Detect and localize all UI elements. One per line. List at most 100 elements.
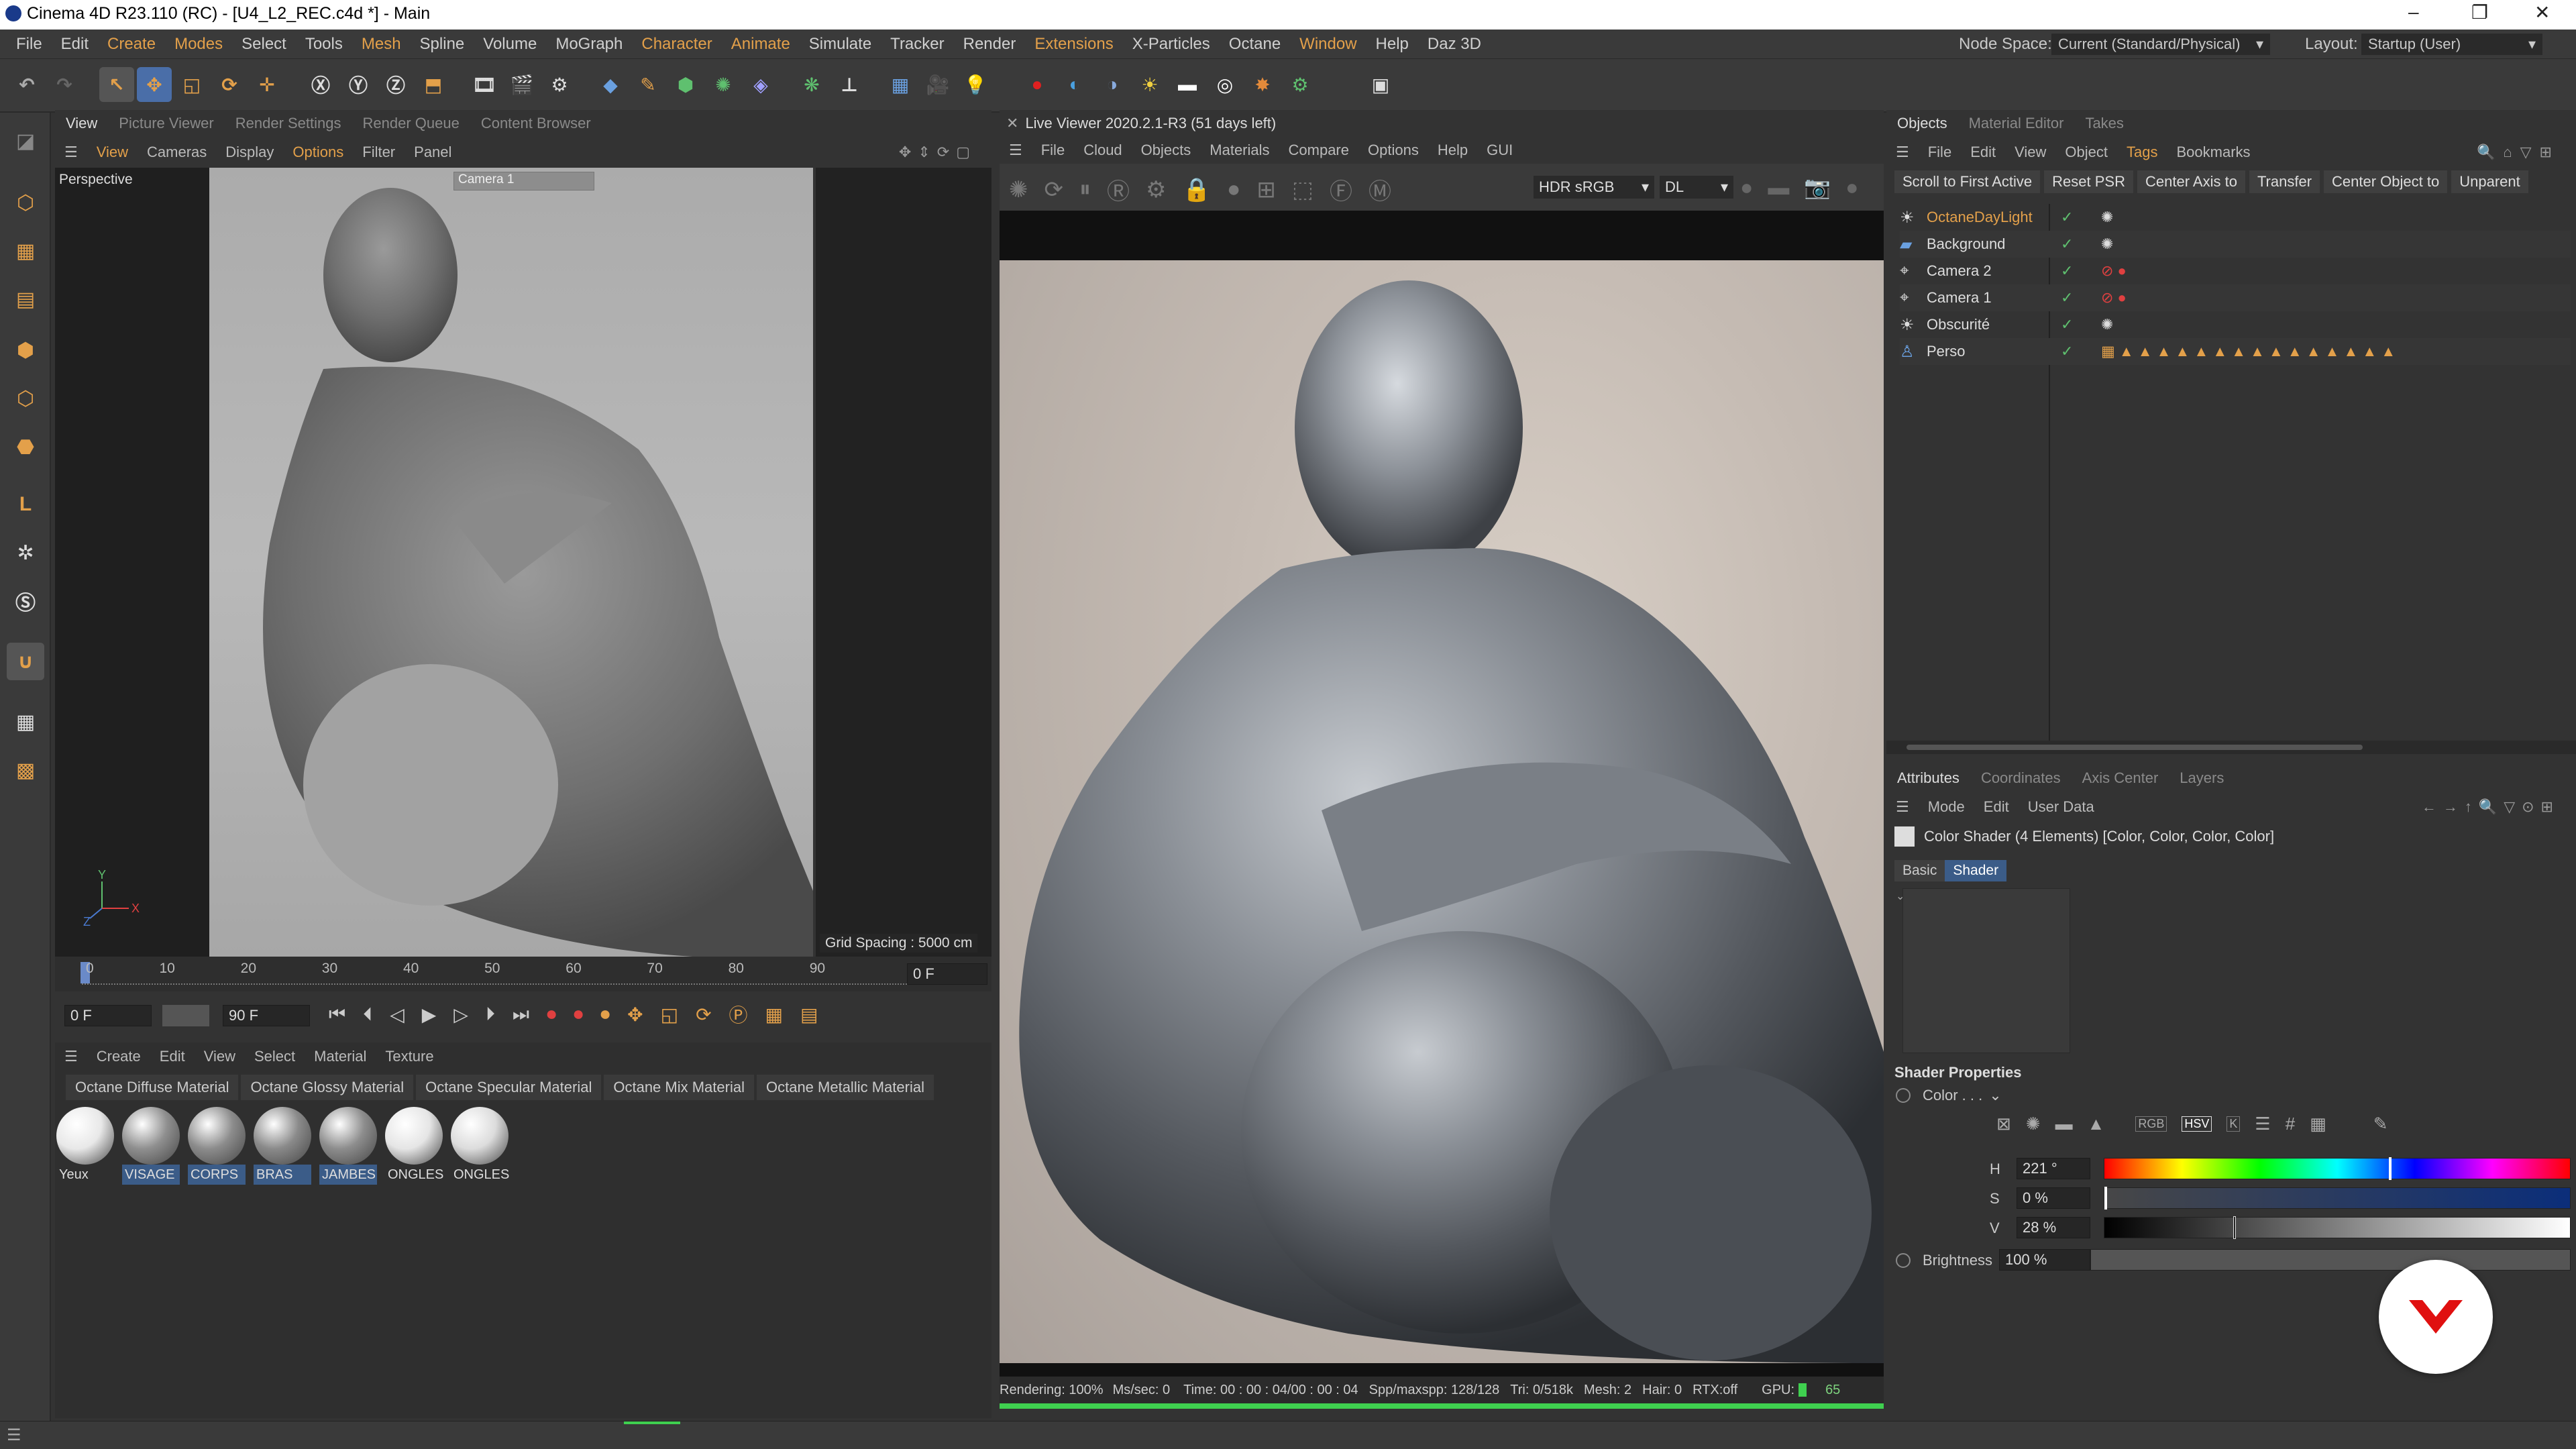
swatches-icon[interactable]: ▦	[2310, 1114, 2326, 1134]
y-axis-icon[interactable]: Ⓨ	[341, 67, 376, 102]
material-ball-icon[interactable]: ●	[1227, 176, 1241, 203]
key-rotation-icon[interactable]: ⟳	[696, 1004, 711, 1026]
color-picker-mode-icon[interactable]: ⊠	[1996, 1114, 2011, 1134]
attr-nav-icons[interactable]: ←→↑🔍▽⊙⊞	[2412, 798, 2569, 816]
viewport-menu-cameras[interactable]: Cameras	[138, 144, 216, 161]
octane-scatter-icon[interactable]: ✸	[1245, 67, 1280, 102]
menu-simulate[interactable]: Simulate	[800, 30, 881, 59]
frame-range-slider[interactable]	[162, 1005, 209, 1026]
pen-icon[interactable]: ✎	[631, 67, 665, 102]
octane-diffuse-tab[interactable]: Octane Diffuse Material	[66, 1075, 239, 1100]
material-menu-create[interactable]: Create	[87, 1048, 150, 1065]
lv-menu-cloud[interactable]: Cloud	[1074, 142, 1131, 159]
viewport-menu-panel[interactable]: Panel	[405, 144, 461, 161]
scale-tool-icon[interactable]: ◱	[174, 67, 209, 102]
object-tags[interactable]: ▦ ▲ ▲ ▲ ▲ ▲ ▲ ▲ ▲ ▲ ▲ ▲ ▲ ▲ ▲ ▲	[2101, 343, 2396, 360]
animate-radio[interactable]	[1896, 1253, 1911, 1268]
deformer-icon[interactable]: ◈	[743, 67, 778, 102]
color-wheel-icon[interactable]: ✺	[2026, 1114, 2041, 1134]
om-search-filter-icons[interactable]: 🔍⌂▽⊞	[2467, 144, 2569, 161]
value-slider[interactable]	[2104, 1216, 2571, 1239]
visibility-toggle-icon[interactable]: ✓	[2061, 343, 2101, 360]
restart-render-icon[interactable]: ⟳	[1044, 176, 1064, 203]
attr-menu-mode[interactable]: Mode	[1919, 798, 1974, 816]
mixer-icon[interactable]: ☰	[2255, 1114, 2270, 1134]
reset-psr-button[interactable]: Reset PSR	[2044, 170, 2133, 193]
tab-layers[interactable]: Layers	[2169, 769, 2235, 787]
subtab-shader[interactable]: Shader	[1945, 860, 2007, 881]
menu-mograph[interactable]: MoGraph	[546, 30, 632, 59]
hamburger-icon[interactable]: ☰	[1886, 798, 1919, 816]
viewport-menu-options[interactable]: Options	[283, 144, 353, 161]
perspective-viewport[interactable]: Perspective Camera 1 Y X Z Grid Spacing …	[55, 168, 991, 957]
minimize-button[interactable]: –	[2408, 1, 2419, 23]
floor-icon[interactable]: ⊥	[832, 67, 867, 102]
axis-mode-icon[interactable]: L	[7, 486, 44, 523]
visibility-toggle-icon[interactable]: ✓	[2061, 235, 2101, 253]
key-pla-icon[interactable]: ▦	[765, 1004, 783, 1026]
key-position-icon[interactable]: ✥	[627, 1004, 643, 1026]
menu-create[interactable]: Create	[98, 30, 165, 59]
next-key-icon[interactable]: ⏵	[486, 1004, 495, 1026]
octane-glossy-icon[interactable]: ◑	[1095, 67, 1130, 102]
pause-icon[interactable]: ⏸	[1079, 176, 1091, 203]
previous-frame-icon[interactable]: ◁	[390, 1004, 405, 1026]
object-row[interactable]: ☀ OctaneDayLight ✓ ✺	[1900, 204, 2571, 231]
object-name[interactable]: Background	[1927, 235, 2061, 253]
object-tags[interactable]: ✺	[2101, 209, 2113, 226]
object-name[interactable]: OctaneDayLight	[1927, 209, 2061, 226]
octane-camera-icon[interactable]: ◎	[1208, 67, 1242, 102]
octane-render-icon[interactable]: ●	[1020, 67, 1055, 102]
center-object-button[interactable]: Center Object to	[2324, 170, 2448, 193]
go-to-end-icon[interactable]: ⏭	[513, 1004, 529, 1026]
slider-handle[interactable]	[2233, 1216, 2237, 1239]
material-pick-icon[interactable]: Ⓜ	[1368, 173, 1391, 206]
hamburger-icon[interactable]: ☰	[55, 1048, 87, 1065]
environment-icon[interactable]: ❋	[794, 67, 829, 102]
octane-specular-tab[interactable]: Octane Specular Material	[416, 1075, 602, 1100]
object-tags[interactable]: ✺	[2101, 316, 2113, 333]
object-tags[interactable]: ⊘ ●	[2101, 262, 2127, 280]
menu-edit[interactable]: Edit	[52, 30, 98, 59]
send-scene-icon[interactable]: ✺	[1009, 176, 1028, 203]
attr-menu-edit[interactable]: Edit	[1974, 798, 2019, 816]
pick-icon[interactable]: ⬚	[1292, 176, 1313, 203]
menu-animate[interactable]: Animate	[722, 30, 800, 59]
close-button[interactable]: ✕	[2534, 1, 2550, 23]
om-menu-tags[interactable]: Tags	[2117, 144, 2167, 161]
menu-select[interactable]: Select	[232, 30, 296, 59]
points-mode-icon[interactable]: ⬢	[7, 331, 44, 369]
om-menu-bookmarks[interactable]: Bookmarks	[2167, 144, 2259, 161]
object-row[interactable]: ⌖ Camera 1 ✓ ⊘ ●	[1900, 284, 2571, 311]
light-icon[interactable]: 💡	[958, 67, 993, 102]
layout-dropdown[interactable]: Startup (User) ▾	[2361, 34, 2542, 55]
animate-radio[interactable]	[1896, 1088, 1911, 1103]
region-render-icon[interactable]: Ⓡ	[1107, 173, 1130, 206]
menu-modes[interactable]: Modes	[165, 30, 232, 59]
octane-daylight-icon[interactable]: ☀	[1132, 67, 1167, 102]
cloner-icon[interactable]: ✺	[706, 67, 741, 102]
object-name[interactable]: Camera 2	[1927, 262, 2061, 280]
record-icon[interactable]: ⏺	[547, 1004, 556, 1026]
keyframe-selection-icon[interactable]: ⏺	[600, 1004, 610, 1026]
autokey-icon[interactable]: ⏺	[574, 1004, 583, 1026]
snapshot-icon[interactable]: 📷	[1804, 174, 1831, 200]
hamburger-icon[interactable]: ☰	[1000, 142, 1032, 159]
menu-tracker[interactable]: Tracker	[881, 30, 953, 59]
octane-mix-tab[interactable]: Octane Mix Material	[604, 1075, 754, 1100]
tweak-mode-icon[interactable]: ✲	[7, 534, 44, 572]
render-picture-viewer-icon[interactable]: 🎬	[504, 67, 539, 102]
saturation-field[interactable]: 0 %	[2017, 1187, 2090, 1209]
material-menu-material[interactable]: Material	[305, 1048, 376, 1065]
color-space-dropdown[interactable]: HDR sRGB ▾	[1534, 176, 1654, 199]
render-settings-icon[interactable]: ⚙	[542, 67, 577, 102]
octane-liveviewer-icon[interactable]: ▣	[1363, 67, 1398, 102]
eyedropper-icon[interactable]: ✎	[2373, 1114, 2388, 1134]
play-icon[interactable]: ▶	[422, 1004, 437, 1026]
material-item[interactable]: CORPS	[188, 1107, 246, 1187]
menu-x-particles[interactable]: X-Particles	[1123, 30, 1220, 59]
chevron-down-icon[interactable]: ⌄	[1989, 1087, 2001, 1104]
subtab-basic[interactable]: Basic	[1894, 860, 1945, 881]
menu-daz-3d[interactable]: Daz 3D	[1418, 30, 1491, 59]
menu-extensions[interactable]: Extensions	[1025, 30, 1122, 59]
